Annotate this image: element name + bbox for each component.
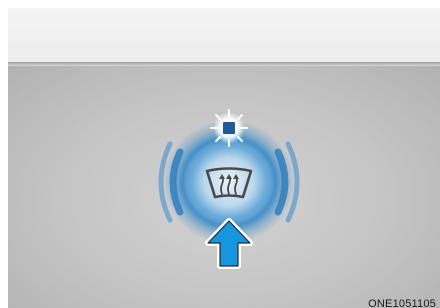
defroster-scene	[158, 109, 300, 269]
image-code-label: ONE1051105	[368, 298, 436, 308]
illustration-frame: ONE1051105	[0, 0, 440, 308]
indicator-light-icon	[210, 109, 248, 147]
